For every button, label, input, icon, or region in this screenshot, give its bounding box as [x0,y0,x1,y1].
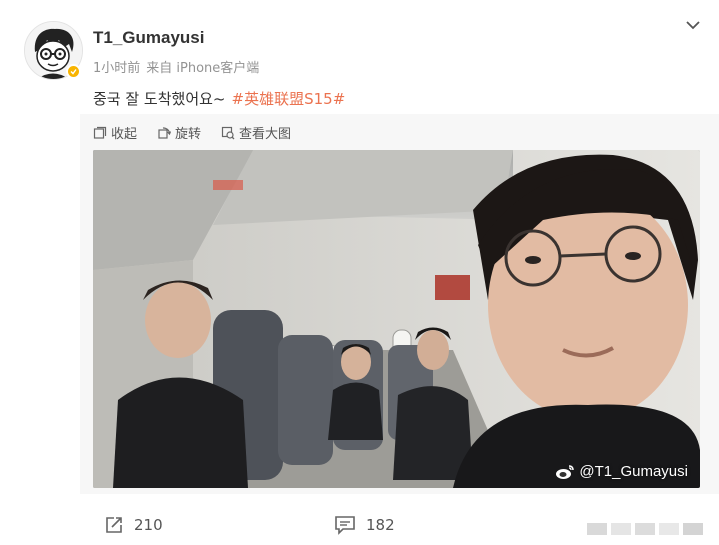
verified-icon [66,64,81,79]
rotate-icon [158,126,172,139]
repost-button[interactable]: 210 [104,515,163,535]
media-toolbar: 收起 旋转 查看大图 [93,123,291,142]
weibo-icon [556,464,575,479]
comment-button[interactable]: 182 [334,515,395,535]
post-footer: 210 182 [0,505,719,545]
like-icon[interactable] [587,521,715,537]
collapse-button[interactable]: 收起 [93,123,137,142]
view-large-button[interactable]: 查看大图 [221,123,291,142]
post-photo[interactable]: @T1_Gumayusi [93,150,700,488]
collapse-icon [93,126,107,139]
photo-watermark: @T1_Gumayusi [555,463,688,480]
post-source: 来自 iPhone客户端 [146,61,260,76]
username[interactable]: T1_Gumayusi [93,28,205,48]
rotate-label: 旋转 [175,127,202,142]
weibo-post-card: T1_Gumayusi 1小时前 来自 iPhone客户端 중국 잘 도착했어요~… [0,0,719,545]
post-time[interactable]: 1小时前 [93,61,140,76]
hashtag-link[interactable]: #英雄联盟S15# [232,90,346,108]
post-text: 중국 잘 도착했어요~ #英雄联盟S15# [93,88,345,109]
chevron-down-icon[interactable] [683,15,703,35]
post-body: 중국 잘 도착했어요~ [93,90,226,108]
watermark-text: @T1_Gumayusi [579,463,688,480]
view-large-label: 查看大图 [239,127,292,142]
airplane-cabin-image [93,150,700,488]
view-large-icon [221,126,235,139]
comment-icon [335,516,355,535]
repost-icon [106,517,122,533]
collapse-label: 收起 [111,127,138,142]
rotate-button[interactable]: 旋转 [157,123,201,142]
post-meta: 1小时前 来自 iPhone客户端 [93,57,259,76]
repost-count: 210 [134,516,163,534]
comment-count: 182 [366,516,395,534]
